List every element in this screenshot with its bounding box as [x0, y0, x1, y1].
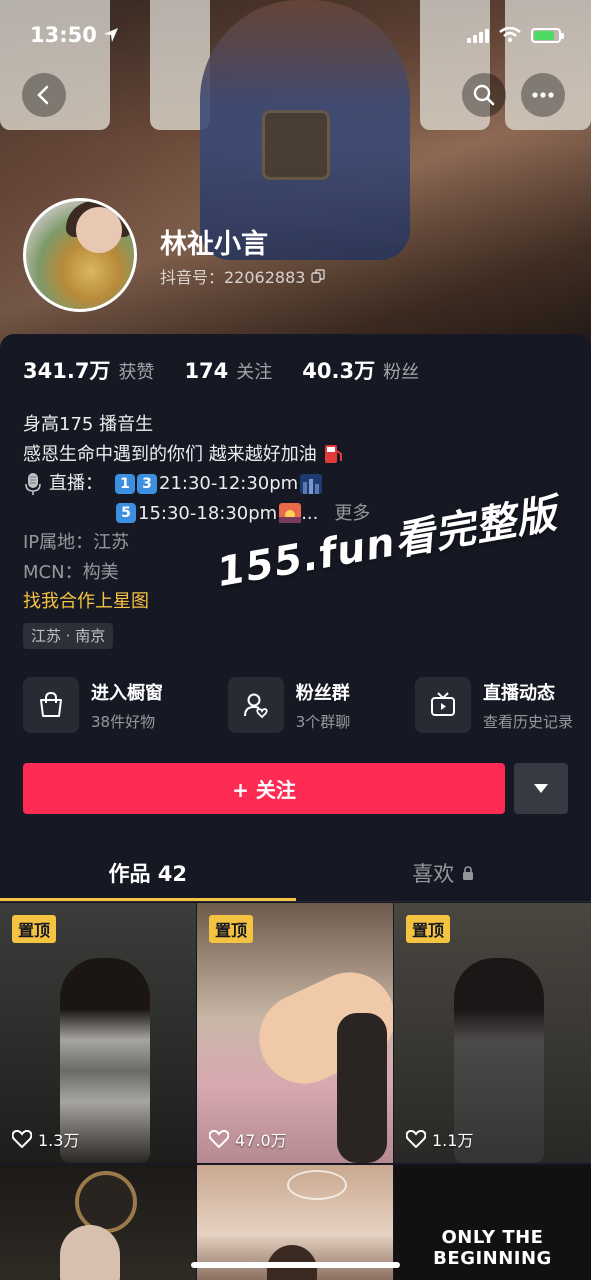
video-thumbnail[interactable]: 置顶 1.3万: [0, 903, 196, 1163]
follow-button[interactable]: + 关注: [23, 763, 505, 814]
location-tag[interactable]: 江苏 · 南京: [23, 622, 114, 649]
microphone-icon: [25, 472, 41, 495]
like-count: 47.0万: [235, 1131, 287, 1150]
number-three-emoji: 3: [137, 473, 157, 494]
bio-live-line: 直播： 1 3 21:30-12:30pm: [23, 469, 370, 499]
fan-group-entry[interactable]: 粉丝群 3个群聊: [227, 677, 350, 733]
battery-icon: [531, 27, 564, 43]
heart-icon: [406, 1130, 426, 1148]
recommend-dropdown-button[interactable]: [514, 763, 568, 814]
copy-icon[interactable]: [311, 269, 326, 283]
shopping-bag-icon: [40, 691, 62, 717]
stat-followers[interactable]: 40.3万 粉丝: [302, 355, 419, 385]
live-history-entry[interactable]: 直播动态 查看历史记录: [414, 677, 573, 733]
heart-icon: [209, 1130, 229, 1148]
fuel-pump-icon: [324, 445, 342, 464]
lock-icon: [463, 866, 474, 880]
bio-line: 感恩生命中遇到的你们 越来越好加油: [23, 440, 370, 470]
video-overlay-text: ONLY THE BEGINNING: [433, 1227, 552, 1269]
tv-icon: [430, 692, 455, 716]
video-thumbnail[interactable]: 置顶 1.1万: [394, 903, 591, 1163]
video-thumbnail[interactable]: [0, 1165, 196, 1280]
sunset-icon: [279, 503, 302, 524]
tab-works[interactable]: 作品 42: [0, 845, 296, 901]
bio-line: 身高175 播音生: [23, 414, 154, 435]
like-count: 1.1万: [432, 1131, 474, 1150]
pinned-badge: 置顶: [12, 915, 57, 943]
video-thumbnail[interactable]: ONLY THE BEGINNING: [394, 1165, 591, 1280]
more-options-button[interactable]: [521, 73, 565, 117]
douyin-id[interactable]: 抖音号：22062883: [160, 264, 326, 288]
profile-stats: 341.7万 获赞 174 关注 40.3万 粉丝: [23, 355, 419, 385]
stat-following[interactable]: 174 关注: [184, 358, 272, 384]
status-bar: 13:50: [30, 20, 564, 50]
search-icon: [473, 84, 495, 106]
tab-likes[interactable]: 喜欢: [296, 845, 591, 901]
profile-nickname: 林祉小言: [160, 229, 268, 260]
caret-down-icon: [534, 784, 548, 793]
like-count: 1.3万: [38, 1131, 80, 1150]
pinned-badge: 置顶: [406, 915, 451, 943]
status-time: 13:50: [30, 23, 97, 47]
shop-window-entry[interactable]: 进入橱窗 38件好物: [23, 677, 163, 733]
wifi-icon: [499, 27, 521, 43]
video-thumbnail[interactable]: 置顶 47.0万: [197, 903, 393, 1163]
fan-group-icon: [243, 693, 268, 719]
search-button[interactable]: [462, 73, 506, 117]
location-arrow-icon: [103, 28, 118, 42]
ellipsis-icon: [532, 92, 554, 98]
night-city-icon: [300, 473, 323, 494]
cooperation-link[interactable]: 找我合作上星图: [23, 587, 370, 617]
number-five-emoji: 5: [116, 503, 136, 524]
feature-entries: 进入橱窗 38件好物 粉丝群 3个群聊 直播动态 查看历史记录: [23, 677, 573, 733]
content-tabs: 作品 42 喜欢: [0, 845, 591, 902]
pinned-badge: 置顶: [209, 915, 254, 943]
cellular-signal-icon: [467, 27, 489, 43]
stat-likes[interactable]: 341.7万 获赞: [23, 355, 154, 385]
back-button[interactable]: [22, 73, 66, 117]
video-grid: 置顶 1.3万 置顶 47.0万 置顶 1.1万 ONLY THE BEGINN…: [0, 903, 591, 1280]
heart-icon: [12, 1130, 32, 1148]
home-indicator[interactable]: [191, 1262, 400, 1268]
douyin-id-text: 抖音号：22062883: [160, 268, 306, 287]
number-one-emoji: 1: [115, 473, 135, 494]
chevron-left-icon: [37, 85, 49, 105]
avatar[interactable]: [23, 198, 137, 312]
